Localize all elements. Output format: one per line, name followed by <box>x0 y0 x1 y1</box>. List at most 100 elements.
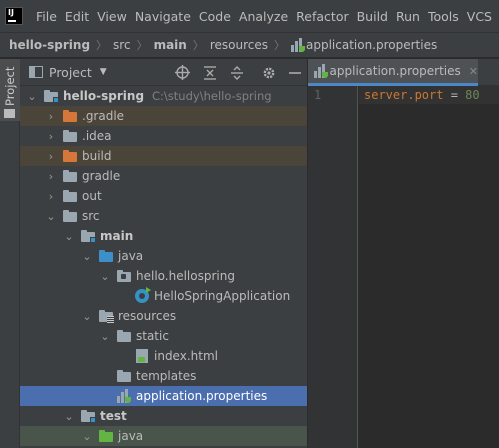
tree-item-java[interactable]: ⌄ java <box>20 246 307 266</box>
chevron-down-icon[interactable]: ⌄ <box>100 266 110 286</box>
tree-item-label: static <box>136 329 169 343</box>
tree-item-test[interactable]: ⌄ test <box>20 406 307 426</box>
tree-item-index-html[interactable]: index.html <box>20 346 307 366</box>
tree-item-label: .idea <box>82 129 112 143</box>
menu-refactor[interactable]: Refactor <box>292 9 352 24</box>
tree-item-label: out <box>82 189 102 203</box>
tree-item-label: application.properties <box>136 389 268 403</box>
folder-icon <box>4 109 15 118</box>
breadcrumb-resources[interactable]: resources <box>210 38 268 52</box>
tree-item-label: hello.hellospring <box>136 269 235 283</box>
breadcrumb-main[interactable]: main <box>154 38 187 52</box>
tree-item-hello-spring[interactable]: ⌄ hello-spring C:\study\hello-spring <box>20 86 307 106</box>
chevron-right-icon[interactable]: › <box>46 146 56 166</box>
tree-item-src[interactable]: ⌄ src <box>20 206 307 226</box>
project-panel-title[interactable]: Project <box>49 65 92 80</box>
breadcrumb: hello-spring 〉 src 〉 main 〉 resources 〉 … <box>0 32 499 58</box>
source-folder-icon <box>98 249 114 263</box>
menu-view[interactable]: View <box>93 9 131 24</box>
tree-item-test-java[interactable]: ⌄ java <box>20 426 307 446</box>
tree-item-build[interactable]: › build <box>20 146 307 166</box>
chevron-right-icon: 〉 <box>136 39 148 52</box>
chevron-right-icon[interactable]: › <box>46 186 56 206</box>
tab-application-properties[interactable]: application.properties ✕ <box>308 59 478 86</box>
tree-item-label: test <box>100 409 127 423</box>
tree-item-static[interactable]: ⌄ static <box>20 326 307 346</box>
minimize-icon[interactable] <box>286 64 303 81</box>
project-window-icon <box>29 66 43 78</box>
menu-tools[interactable]: Tools <box>424 9 463 24</box>
chevron-right-icon[interactable]: › <box>46 166 56 186</box>
tree-item-application-properties[interactable]: application.properties <box>20 386 307 406</box>
chevron-down-icon[interactable]: ⌄ <box>82 306 92 326</box>
collapse-all-icon[interactable] <box>201 64 218 81</box>
menu-code[interactable]: Code <box>195 9 235 24</box>
breadcrumb-project[interactable]: hello-spring <box>9 38 90 52</box>
project-panel: Project ▼ ⌄ hello-spring C:\study\hello-… <box>20 59 307 448</box>
property-value: 80 <box>465 88 480 102</box>
chevron-down-icon[interactable]: ⌄ <box>100 326 110 346</box>
editor-tab-bar: application.properties ✕ <box>308 59 499 86</box>
properties-file-icon <box>116 389 132 403</box>
chevron-right-icon[interactable]: › <box>46 106 56 126</box>
chevron-down-icon[interactable]: ⌄ <box>64 406 74 426</box>
menu-file[interactable]: File <box>32 9 61 24</box>
code-line[interactable]: server.port = 80 <box>364 88 480 102</box>
tree-item-label: hello-spring <box>63 89 145 103</box>
menu-vcs[interactable]: VCS <box>463 9 496 24</box>
chevron-right-icon: 〉 <box>192 39 204 52</box>
tree-item-main[interactable]: ⌄ main <box>20 226 307 246</box>
excluded-folder-icon <box>62 149 78 163</box>
tool-window-stripe: Project <box>0 59 20 448</box>
chevron-right-icon: 〉 <box>96 39 108 52</box>
menu-edit[interactable]: Edit <box>61 9 93 24</box>
chevron-right-icon: 〉 <box>273 39 285 52</box>
expand-all-icon[interactable] <box>228 64 245 81</box>
module-folder-icon <box>80 229 96 243</box>
line-number: 1 <box>314 88 322 102</box>
menu-build[interactable]: Build <box>353 9 392 24</box>
tree-item-resources[interactable]: ⌄ resources <box>20 306 307 326</box>
chevron-down-icon[interactable]: ⌄ <box>82 246 92 266</box>
breadcrumb-src[interactable]: src <box>113 38 131 52</box>
chevron-down-icon[interactable]: ⌄ <box>46 206 56 226</box>
spring-class-icon <box>134 287 151 303</box>
chevron-down-icon[interactable]: ▼ <box>100 67 107 77</box>
intellij-logo-icon[interactable]: IJ <box>5 7 23 25</box>
locate-icon[interactable] <box>174 64 191 81</box>
project-panel-header: Project ▼ <box>20 59 307 86</box>
menu-analyze[interactable]: Analyze <box>235 9 292 24</box>
folder-icon <box>116 329 132 343</box>
tree-item-gradle-cache[interactable]: › .gradle <box>20 106 307 126</box>
package-icon <box>116 269 132 283</box>
chevron-right-icon[interactable]: › <box>46 126 56 146</box>
settings-gear-icon[interactable] <box>260 64 277 81</box>
tree-item-idea[interactable]: › .idea <box>20 126 307 146</box>
folder-icon <box>62 129 78 143</box>
tree-item-application-class[interactable]: HelloSpringApplication <box>20 286 307 306</box>
tree-item-label: java <box>118 429 144 443</box>
menu-run[interactable]: Run <box>392 9 424 24</box>
tree-item-gradle[interactable]: › gradle <box>20 166 307 186</box>
tab-label: application.properties <box>329 64 461 78</box>
properties-file-icon <box>314 63 328 78</box>
logo-text: IJ <box>8 8 14 17</box>
excluded-folder-icon <box>62 109 78 123</box>
folder-icon <box>62 209 78 223</box>
chevron-down-icon[interactable]: ⌄ <box>82 426 92 446</box>
menu-navigate[interactable]: Navigate <box>131 9 195 24</box>
menu-bar: IJ File Edit View Navigate Code Analyze … <box>0 0 499 32</box>
tree-item-templates[interactable]: templates <box>20 366 307 386</box>
project-tree: ⌄ hello-spring C:\study\hello-spring › .… <box>20 86 307 448</box>
code-editor[interactable]: 1 server.port = 80 <box>308 86 499 448</box>
tree-item-package[interactable]: ⌄ hello.hellospring <box>20 266 307 286</box>
tree-item-label: java <box>118 249 144 263</box>
tree-item-out[interactable]: › out <box>20 186 307 206</box>
tree-item-label: templates <box>136 369 197 383</box>
breadcrumb-file[interactable]: application.properties <box>306 38 437 52</box>
chevron-down-icon[interactable]: ⌄ <box>64 226 74 246</box>
close-icon[interactable]: ✕ <box>469 65 478 78</box>
tree-item-label: HelloSpringApplication <box>154 289 291 303</box>
module-folder-icon <box>80 409 96 423</box>
chevron-down-icon[interactable]: ⌄ <box>27 86 37 106</box>
